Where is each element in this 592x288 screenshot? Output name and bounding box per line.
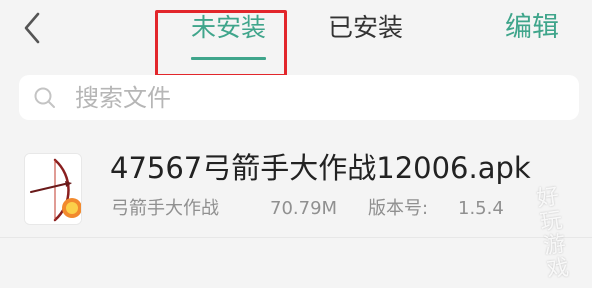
version-number: 1.5.4 xyxy=(458,198,504,219)
file-name: 47567弓箭手大作战12006.apk xyxy=(110,151,531,185)
top-bar: 未安装 已安装 编辑 xyxy=(0,0,592,77)
search-bar[interactable] xyxy=(19,75,579,120)
app-name: 弓箭手大作战 xyxy=(111,198,219,219)
back-button[interactable] xyxy=(16,10,48,46)
archer-app-icon xyxy=(24,153,82,225)
search-icon xyxy=(34,87,55,108)
version-label: 版本号: xyxy=(368,198,429,219)
edit-button[interactable]: 编辑 xyxy=(505,8,559,48)
file-size: 70.79M xyxy=(270,198,338,219)
search-input[interactable] xyxy=(75,75,555,120)
installer-screen: 未安装 已安装 编辑 47567弓箭手大作战12006.apk 弓箭手大作战 xyxy=(0,0,592,288)
list-item[interactable]: 47567弓箭手大作战12006.apk 弓箭手大作战 70.79M 版本号: … xyxy=(0,140,592,236)
tab-installed[interactable]: 已安装 xyxy=(328,8,403,48)
list-divider xyxy=(0,237,592,238)
chevron-left-icon xyxy=(24,12,40,44)
highlight-annotation-box xyxy=(155,10,287,77)
